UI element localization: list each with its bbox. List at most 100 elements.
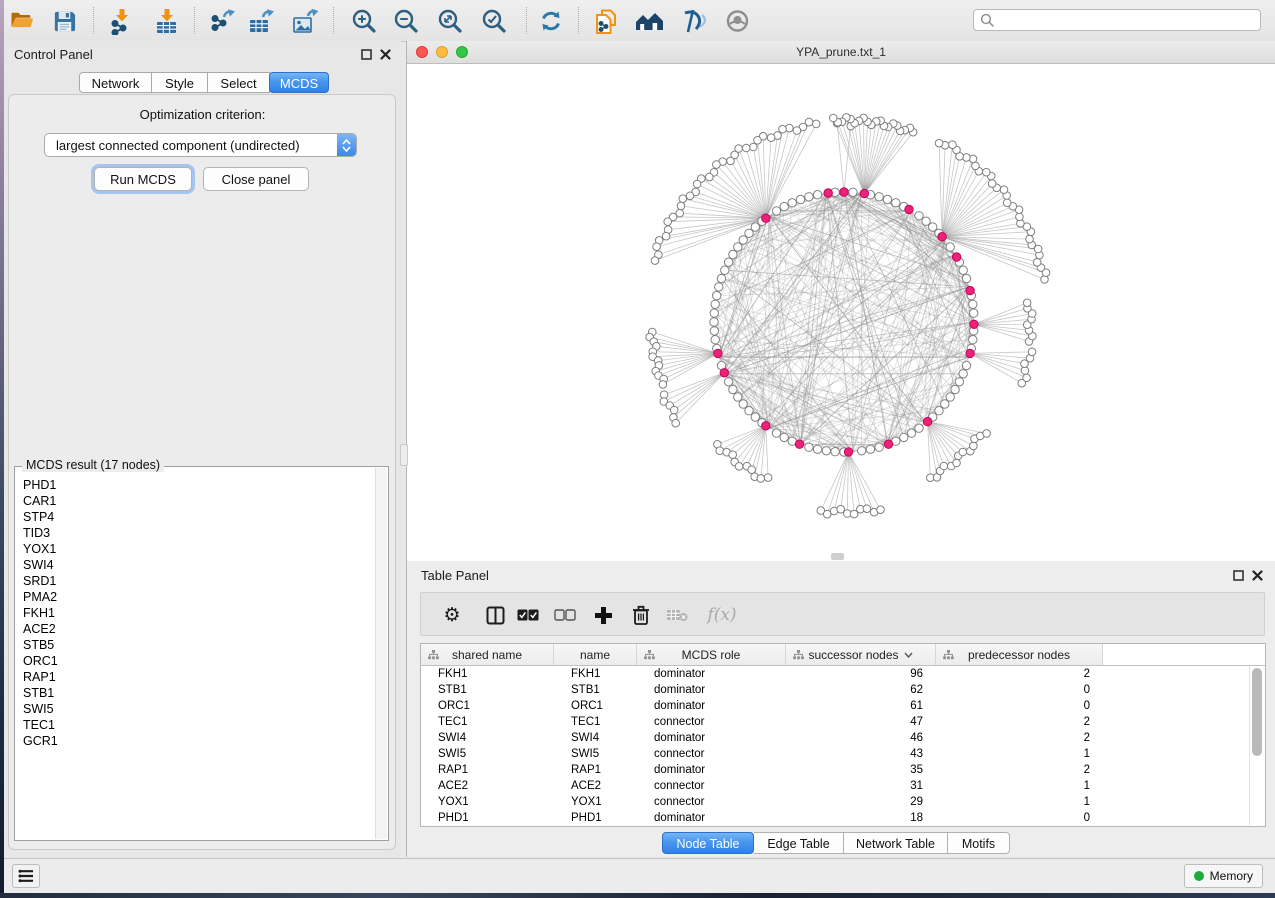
mcds-result-item[interactable]: PMA2 (16, 589, 376, 605)
panel-splitter-grip[interactable] (400, 444, 408, 466)
horizontal-splitter-handle[interactable] (831, 553, 844, 560)
close-panel-icon[interactable] (380, 49, 391, 60)
show-columns-button[interactable] (482, 602, 508, 628)
column-header-shared-name[interactable]: shared name (421, 644, 554, 665)
close-panel-button[interactable]: Close panel (203, 167, 309, 191)
tab-motifs[interactable]: Motifs (948, 832, 1010, 854)
mcds-result-item[interactable]: STP4 (16, 509, 376, 525)
tab-network[interactable]: Network (79, 72, 152, 93)
table-row[interactable]: SWI4SWI4dominator462 (421, 730, 1265, 746)
delete-table-button[interactable] (664, 602, 690, 628)
table-scrollbar-thumb[interactable] (1252, 668, 1262, 756)
mcds-result-item[interactable]: TID3 (16, 525, 376, 541)
clone-network-button[interactable] (591, 7, 621, 35)
unselect-all-button[interactable] (552, 602, 578, 628)
search-input[interactable] (998, 12, 1260, 28)
column-header-MCDS-role[interactable]: MCDS role (637, 644, 786, 665)
dominator-node[interactable] (824, 189, 832, 197)
export-network-button[interactable] (207, 7, 237, 35)
mcds-result-item[interactable]: FKH1 (16, 605, 376, 621)
table-row[interactable]: ACE2ACE2connector311 (421, 778, 1265, 794)
import-network-button[interactable] (106, 7, 136, 35)
mcds-result-list[interactable]: PHD1CAR1STP4TID3YOX1SWI4SRD1PMA2FKH1ACE2… (16, 468, 376, 839)
dominator-node[interactable] (844, 448, 852, 456)
add-column-button[interactable] (590, 602, 616, 628)
criterion-select[interactable]: largest connected component (undirected) (44, 133, 357, 157)
tab-edge-table[interactable]: Edge Table (754, 832, 844, 854)
memory-button[interactable]: Memory (1184, 864, 1263, 888)
run-mcds-button[interactable]: Run MCDS (94, 167, 192, 191)
dominator-node[interactable] (762, 214, 770, 222)
mcds-result-item[interactable]: STB5 (16, 637, 376, 653)
open-session-button[interactable] (7, 7, 37, 35)
network-graph[interactable] (407, 64, 1275, 561)
zoom-selected-button[interactable] (479, 7, 509, 35)
table-scrollbar-track[interactable] (1249, 666, 1264, 825)
zoom-in-button[interactable] (349, 7, 379, 35)
mcds-result-item[interactable]: SWI4 (16, 557, 376, 573)
export-image-button[interactable] (290, 7, 320, 35)
mcds-result-item[interactable]: SRD1 (16, 573, 376, 589)
first-neighbors-button[interactable] (634, 7, 664, 35)
select-all-button[interactable] (515, 602, 541, 628)
mcds-result-item[interactable]: SWI5 (16, 701, 376, 717)
table-row[interactable]: YOX1YOX1connector291 (421, 794, 1265, 810)
network-canvas[interactable] (407, 64, 1275, 561)
dominator-node[interactable] (714, 349, 722, 357)
float-panel-icon[interactable] (1233, 570, 1244, 581)
close-panel-icon[interactable] (1252, 570, 1263, 581)
tab-style[interactable]: Style (152, 72, 208, 93)
refresh-button[interactable] (536, 7, 566, 35)
function-builder-button[interactable]: f(x) (704, 602, 740, 628)
float-panel-icon[interactable] (361, 49, 372, 60)
delete-column-button[interactable] (628, 602, 654, 628)
table-row[interactable]: RAP1RAP1dominator352 (421, 762, 1265, 778)
dominator-node[interactable] (720, 369, 728, 377)
mcds-result-item[interactable]: TEC1 (16, 717, 376, 733)
tab-select[interactable]: Select (208, 72, 270, 93)
table-row[interactable]: FKH1FKH1dominator962 (421, 666, 1265, 682)
dominator-node[interactable] (938, 233, 946, 241)
mcds-result-item[interactable]: YOX1 (16, 541, 376, 557)
table-row[interactable]: TEC1TEC1connector472 (421, 714, 1265, 730)
mcds-result-scrollbar[interactable] (375, 468, 387, 839)
dominator-node[interactable] (966, 349, 974, 357)
quick-search-field[interactable] (973, 9, 1261, 31)
dominator-node[interactable] (795, 440, 803, 448)
column-header-successor-nodes[interactable]: successor nodes (786, 644, 936, 665)
mcds-result-item[interactable]: PHD1 (16, 477, 376, 493)
mcds-result-item[interactable]: STB1 (16, 685, 376, 701)
tab-network-table[interactable]: Network Table (844, 832, 948, 854)
dominator-node[interactable] (952, 253, 960, 261)
dominator-node[interactable] (860, 189, 868, 197)
save-session-button[interactable] (49, 7, 79, 35)
table-row[interactable]: PHD1PHD1dominator180 (421, 810, 1265, 826)
mcds-result-item[interactable]: ORC1 (16, 653, 376, 669)
table-row[interactable]: ORC1ORC1dominator610 (421, 698, 1265, 714)
mcds-result-item[interactable]: ACE2 (16, 621, 376, 637)
column-header-name[interactable]: name (554, 644, 637, 665)
import-table-button[interactable] (151, 7, 181, 35)
export-table-button[interactable] (246, 7, 276, 35)
tab-mcds[interactable]: MCDS (269, 72, 329, 93)
mcds-result-item[interactable]: GCR1 (16, 733, 376, 749)
dominator-node[interactable] (966, 286, 974, 294)
dominator-node[interactable] (905, 205, 913, 213)
dominator-node[interactable] (840, 188, 848, 196)
zoom-out-button[interactable] (391, 7, 421, 35)
dominator-node[interactable] (762, 422, 770, 430)
table-row[interactable]: STB1STB1dominator620 (421, 682, 1265, 698)
dominator-node[interactable] (884, 440, 892, 448)
column-header-predecessor-nodes[interactable]: predecessor nodes (936, 644, 1103, 665)
dominator-node[interactable] (923, 417, 931, 425)
hide-selected-button[interactable] (678, 7, 708, 35)
dominator-node[interactable] (970, 320, 978, 328)
task-history-button[interactable] (12, 864, 40, 888)
tab-node-table[interactable]: Node Table (662, 832, 754, 854)
table-row[interactable]: SWI5SWI5connector431 (421, 746, 1265, 762)
mcds-result-item[interactable]: RAP1 (16, 669, 376, 685)
table-settings-button[interactable]: ⚙ (439, 602, 465, 628)
show-all-button[interactable] (722, 7, 752, 35)
zoom-fit-button[interactable] (435, 7, 465, 35)
mcds-result-item[interactable]: CAR1 (16, 493, 376, 509)
